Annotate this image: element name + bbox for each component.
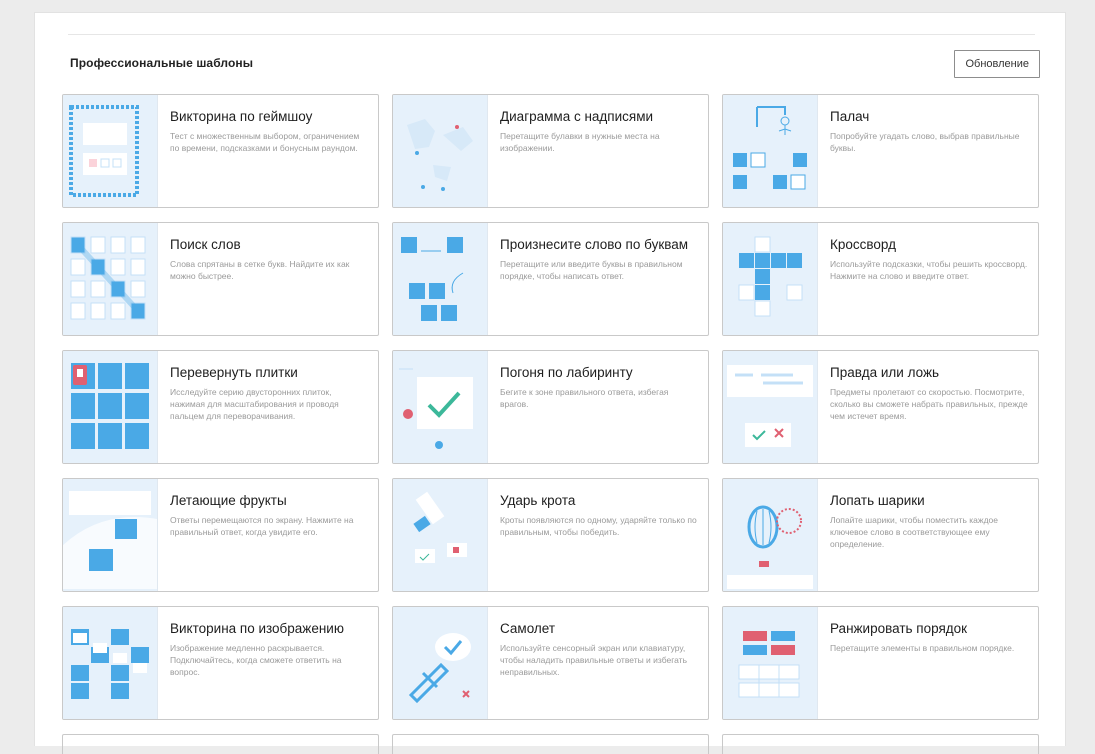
- card-title: Погоня по лабиринту: [500, 365, 633, 380]
- card-description: Тест с множественным выбором, ограничени…: [170, 131, 360, 153]
- card-description: Кроты появляются по одному, ударяйте тол…: [500, 515, 697, 537]
- maze-chase-icon: [393, 351, 488, 463]
- card-body: Перевернуть плитки Исследуйте серию двус…: [158, 351, 378, 463]
- card-body: Погоня по лабиринту Бегите к зоне правил…: [488, 351, 708, 463]
- crossword-icon: [723, 223, 818, 335]
- card-body: Ранжировать порядок Перетащите элементы …: [818, 607, 1038, 719]
- template-card-maze-chase[interactable]: Погоня по лабиринту Бегите к зоне правил…: [392, 350, 709, 464]
- card-body: Викторина по геймшоу Тест с множественны…: [158, 95, 378, 207]
- card-title: Правда или ложь: [830, 365, 940, 380]
- card-title: Викторина по изображению: [170, 621, 344, 636]
- template-card-partial[interactable]: [62, 734, 379, 754]
- card-body: Летающие фрукты Ответы перемещаются по э…: [158, 479, 378, 591]
- rank-order-icon: [723, 607, 818, 719]
- card-title: Лопать шарики: [830, 493, 925, 508]
- update-button[interactable]: Обновление: [954, 50, 1040, 78]
- next-row-partial: [62, 734, 1040, 754]
- flip-tiles-icon: [63, 351, 158, 463]
- card-body: Произнесите слово по буквам Перетащите и…: [488, 223, 708, 335]
- card-body: Ударь крота Кроты появляются по одному, …: [488, 479, 708, 591]
- template-card-whack-mole[interactable]: Ударь крота Кроты появляются по одному, …: [392, 478, 709, 592]
- wordsearch-icon: [63, 223, 158, 335]
- card-title: Ударь крота: [500, 493, 576, 508]
- card-body: Поиск слов Слова спрятаны в сетке букв. …: [158, 223, 378, 335]
- template-card-image-quiz[interactable]: Викторина по изображению Изображение мед…: [62, 606, 379, 720]
- section-title: Профессиональные шаблоны: [70, 56, 254, 70]
- card-title: Произнесите слово по буквам: [500, 237, 689, 252]
- card-description: Используйте подсказки, чтобы решить крос…: [830, 259, 1028, 281]
- labelled-diagram-icon: [393, 95, 488, 207]
- template-card-partial[interactable]: [392, 734, 709, 754]
- card-body: Кроссворд Используйте подсказки, чтобы р…: [818, 223, 1038, 335]
- template-card-wordsearch[interactable]: Поиск слов Слова спрятаны в сетке букв. …: [62, 222, 379, 336]
- card-title: Кроссворд: [830, 237, 896, 252]
- card-description: Исследуйте серию двусторонних плиток, на…: [170, 387, 339, 421]
- card-body: Диаграмма с надписями Перетащите булавки…: [488, 95, 708, 207]
- true-false-icon: [723, 351, 818, 463]
- card-title: Поиск слов: [170, 237, 241, 252]
- image-quiz-icon: [63, 607, 158, 719]
- card-description: Используйте сенсорный экран или клавиату…: [500, 643, 687, 677]
- card-body: Викторина по изображению Изображение мед…: [158, 607, 378, 719]
- spell-word-icon: [393, 223, 488, 335]
- card-title: Самолет: [500, 621, 556, 636]
- whack-mole-icon: [393, 479, 488, 591]
- template-card-true-false[interactable]: Правда или ложь Предметы пролетают со ск…: [722, 350, 1039, 464]
- template-card-labelled-diagram[interactable]: Диаграмма с надписями Перетащите булавки…: [392, 94, 709, 208]
- card-description: Слова спрятаны в сетке букв. Найдите их …: [170, 259, 350, 281]
- template-card-gameshow-quiz[interactable]: Викторина по геймшоу Тест с множественны…: [62, 94, 379, 208]
- card-description: Бегите к зоне правильного ответа, избега…: [500, 387, 669, 409]
- balloon-pop-icon: [723, 479, 818, 591]
- card-title: Перевернуть плитки: [170, 365, 298, 380]
- card-description: Ответы перемещаются по экрану. Нажмите н…: [170, 515, 354, 537]
- template-grid: Викторина по геймшоу Тест с множественны…: [62, 94, 1040, 720]
- card-description: Изображение медленно раскрывается. Подкл…: [170, 643, 342, 677]
- card-description: Попробуйте угадать слово, выбрав правиль…: [830, 131, 1020, 153]
- gameshow-quiz-icon: [63, 95, 158, 207]
- card-title: Ранжировать порядок: [830, 621, 968, 636]
- card-description: Перетащите элементы в правильном порядке…: [830, 643, 1015, 653]
- card-title: Палач: [830, 109, 870, 124]
- card-title: Викторина по геймшоу: [170, 109, 313, 124]
- airplane-icon: [393, 607, 488, 719]
- template-card-airplane[interactable]: Самолет Используйте сенсорный экран или …: [392, 606, 709, 720]
- card-title: Диаграмма с надписями: [500, 109, 654, 124]
- template-card-rank-order[interactable]: Ранжировать порядок Перетащите элементы …: [722, 606, 1039, 720]
- hangman-icon: [723, 95, 818, 207]
- template-card-hangman[interactable]: Палач Попробуйте угадать слово, выбрав п…: [722, 94, 1039, 208]
- card-description: Лопайте шарики, чтобы поместить каждое к…: [830, 515, 998, 549]
- card-title: Летающие фрукты: [170, 493, 287, 508]
- template-card-flip-tiles[interactable]: Перевернуть плитки Исследуйте серию двус…: [62, 350, 379, 464]
- template-card-flying-fruit[interactable]: Летающие фрукты Ответы перемещаются по э…: [62, 478, 379, 592]
- template-card-partial[interactable]: [722, 734, 1039, 754]
- template-card-spell-word[interactable]: Произнесите слово по буквам Перетащите и…: [392, 222, 709, 336]
- divider: [68, 34, 1035, 35]
- card-body: Самолет Используйте сенсорный экран или …: [488, 607, 708, 719]
- section-header: Профессиональные шаблоны Обновление: [70, 50, 1040, 80]
- flying-fruit-icon: [63, 479, 158, 591]
- card-description: Предметы пролетают со скоростью. Посмотр…: [830, 387, 1028, 421]
- card-description: Перетащите или введите буквы в правильно…: [500, 259, 683, 281]
- card-body: Правда или ложь Предметы пролетают со ск…: [818, 351, 1038, 463]
- card-body: Лопать шарики Лопайте шарики, чтобы поме…: [818, 479, 1038, 591]
- card-description: Перетащите булавки в нужные места на изо…: [500, 131, 660, 153]
- template-card-crossword[interactable]: Кроссворд Используйте подсказки, чтобы р…: [722, 222, 1039, 336]
- template-card-balloon-pop[interactable]: Лопать шарики Лопайте шарики, чтобы поме…: [722, 478, 1039, 592]
- card-body: Палач Попробуйте угадать слово, выбрав п…: [818, 95, 1038, 207]
